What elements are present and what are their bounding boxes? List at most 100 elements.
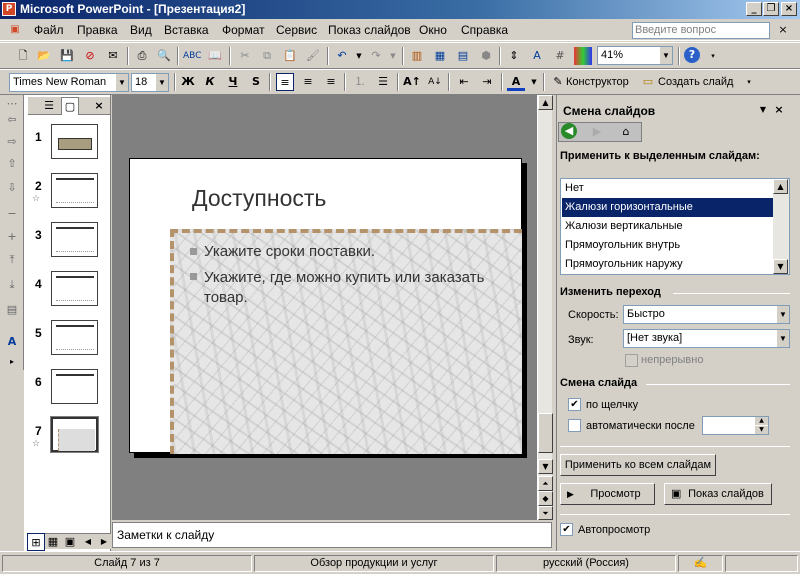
shadow-button[interactable]: S: [247, 73, 265, 91]
list-item[interactable]: Прямоугольник наружу: [562, 255, 774, 274]
slideshow-button[interactable]: ▣ Показ слайдов: [664, 483, 772, 505]
scroll-thumb[interactable]: [538, 413, 553, 453]
scroll-down-icon[interactable]: ▼: [538, 459, 553, 474]
underline-button[interactable]: Ч: [224, 73, 242, 91]
new-slide-button[interactable]: Создать слайд: [658, 76, 733, 88]
tab-outline[interactable]: ☰: [40, 97, 58, 115]
decrease-font-icon[interactable]: A↓: [426, 73, 444, 91]
scroll-up-icon[interactable]: ▲: [538, 95, 553, 110]
menu-file[interactable]: Файл: [34, 23, 64, 37]
menu-format[interactable]: Формат: [222, 23, 265, 37]
forward-arrow-icon[interactable]: ⇨: [4, 135, 20, 149]
back-icon[interactable]: ◀: [561, 123, 577, 139]
cut-icon[interactable]: ✂: [236, 47, 254, 65]
powerpoint-app-icon[interactable]: P: [2, 2, 16, 16]
close-pane-icon[interactable]: ×: [90, 97, 108, 115]
undo-icon[interactable]: ↶: [333, 47, 351, 65]
font-color-icon[interactable]: A: [507, 73, 525, 91]
autopreview-checkbox[interactable]: ✔: [560, 523, 573, 536]
new-icon[interactable]: 🗋: [14, 47, 32, 65]
slide-thumbnail-7[interactable]: [50, 416, 99, 453]
email-icon[interactable]: ✉: [104, 47, 122, 65]
slide-thumbnail-4[interactable]: [51, 271, 98, 306]
align-left-icon[interactable]: ≡: [276, 73, 294, 91]
menu-tools[interactable]: Сервис: [276, 23, 317, 37]
expand-icon[interactable]: ⇕: [505, 47, 523, 65]
help-icon[interactable]: ?: [684, 47, 700, 63]
save-icon[interactable]: 💾: [58, 47, 76, 65]
increase-font-icon[interactable]: A↑: [403, 73, 421, 91]
expand-icon[interactable]: +: [4, 230, 20, 244]
list-scrollbar[interactable]: ▲ ▼: [773, 179, 789, 274]
select-object-icon[interactable]: ◆: [538, 491, 553, 506]
toolbar-options-icon[interactable]: ▾: [740, 73, 758, 91]
scroll-up-icon[interactable]: ▲: [773, 179, 788, 194]
spin-up-icon[interactable]: ▲: [755, 417, 768, 425]
slide-thumbnail-2[interactable]: [51, 173, 98, 208]
permission-icon[interactable]: ⊘: [81, 47, 99, 65]
spelling-status-icon[interactable]: ✍: [678, 555, 723, 572]
decrease-indent-icon[interactable]: ⇤: [455, 73, 473, 91]
bullets-icon[interactable]: ☰: [374, 73, 392, 91]
document-icon[interactable]: ▣: [6, 21, 24, 39]
print-icon[interactable]: ⎙: [133, 47, 151, 65]
minimize-button[interactable]: _: [746, 2, 762, 16]
normal-view-icon[interactable]: ⊞: [27, 533, 45, 551]
slide-sorter-icon[interactable]: ▦: [44, 533, 62, 551]
language-indicator[interactable]: русский (Россия): [496, 555, 676, 572]
slide-title[interactable]: Доступность: [192, 185, 326, 212]
forward-icon[interactable]: ▶: [588, 123, 606, 141]
close-document-icon[interactable]: ×: [774, 21, 792, 39]
help-search-input[interactable]: Введите вопрос: [632, 22, 770, 39]
open-icon[interactable]: 📂: [35, 47, 53, 65]
insert-table-icon[interactable]: ▦: [431, 47, 449, 65]
font-name-combo[interactable]: Times New Roman ▼: [9, 73, 129, 92]
menu-edit[interactable]: Правка: [77, 23, 118, 37]
menu-window[interactable]: Окно: [419, 23, 447, 37]
transition-list[interactable]: Нет Жалюзи горизонтальные Жалюзи вертика…: [560, 178, 790, 275]
summary-slide-icon[interactable]: ▤: [4, 303, 20, 317]
menu-help[interactable]: Справка: [461, 23, 508, 37]
slide-thumbnail-6[interactable]: [51, 369, 98, 404]
spin-down-icon[interactable]: ▼: [755, 426, 768, 434]
redo-icon[interactable]: ↷: [367, 47, 385, 65]
tables-borders-icon[interactable]: ▤: [454, 47, 472, 65]
menu-slideshow[interactable]: Показ слайдов: [328, 23, 411, 37]
notes-area[interactable]: Заметки к слайду: [112, 522, 552, 548]
insert-diagram-icon[interactable]: ⬢: [477, 47, 495, 65]
on-click-checkbox[interactable]: ✔: [568, 398, 581, 411]
apply-to-all-button[interactable]: Применить ко всем слайдам: [560, 454, 716, 476]
list-item[interactable]: Нет: [562, 179, 774, 198]
redo-dropdown-icon[interactable]: ▼: [384, 47, 402, 65]
print-preview-icon[interactable]: 🔍: [155, 47, 173, 65]
maximize-button[interactable]: ❐: [763, 2, 779, 16]
speed-select[interactable]: Быстро ▼: [623, 305, 790, 324]
auto-advance-checkbox[interactable]: [568, 419, 581, 432]
designer-button[interactable]: Конструктор: [566, 76, 629, 88]
toolbar-options-icon[interactable]: ▾: [704, 47, 722, 65]
preview-button[interactable]: ▶ Просмотр: [560, 483, 655, 505]
align-right-icon[interactable]: ≡: [322, 73, 340, 91]
auto-advance-time-input[interactable]: ▲ ▼: [702, 416, 769, 435]
slideshow-view-icon[interactable]: ▣: [61, 533, 79, 551]
designer-icon[interactable]: ✎: [549, 73, 567, 91]
color-grayscale-icon[interactable]: [574, 47, 592, 65]
menu-insert[interactable]: Вставка: [164, 23, 209, 37]
align-center-icon[interactable]: ≡: [299, 73, 317, 91]
slide-canvas[interactable]: Доступность Укажите сроки поставки. Укаж…: [129, 158, 522, 454]
next-slide-icon[interactable]: ⏷: [538, 506, 553, 520]
down-arrow-icon[interactable]: ⇩: [4, 181, 20, 195]
show-formatting-icon[interactable]: A: [4, 335, 20, 349]
back-arrow-icon[interactable]: ⇦: [4, 113, 20, 127]
expand-all-icon[interactable]: ⤓: [4, 278, 20, 292]
increase-indent-icon[interactable]: ⇥: [478, 73, 496, 91]
slide-thumbnail-1[interactable]: [51, 124, 98, 159]
loop-checkbox[interactable]: [625, 354, 638, 367]
home-icon[interactable]: ⌂: [617, 123, 635, 141]
collapse-all-icon[interactable]: ⤒: [4, 253, 20, 267]
list-item[interactable]: Жалюзи горизонтальные: [562, 198, 774, 217]
scroll-down-icon[interactable]: ▼: [773, 259, 788, 274]
list-item[interactable]: Прямоугольник внутрь: [562, 236, 774, 255]
vertical-scrollbar[interactable]: ▲ ▼ ⏶ ◆ ⏷: [537, 95, 553, 520]
research-icon[interactable]: 📖: [206, 47, 224, 65]
